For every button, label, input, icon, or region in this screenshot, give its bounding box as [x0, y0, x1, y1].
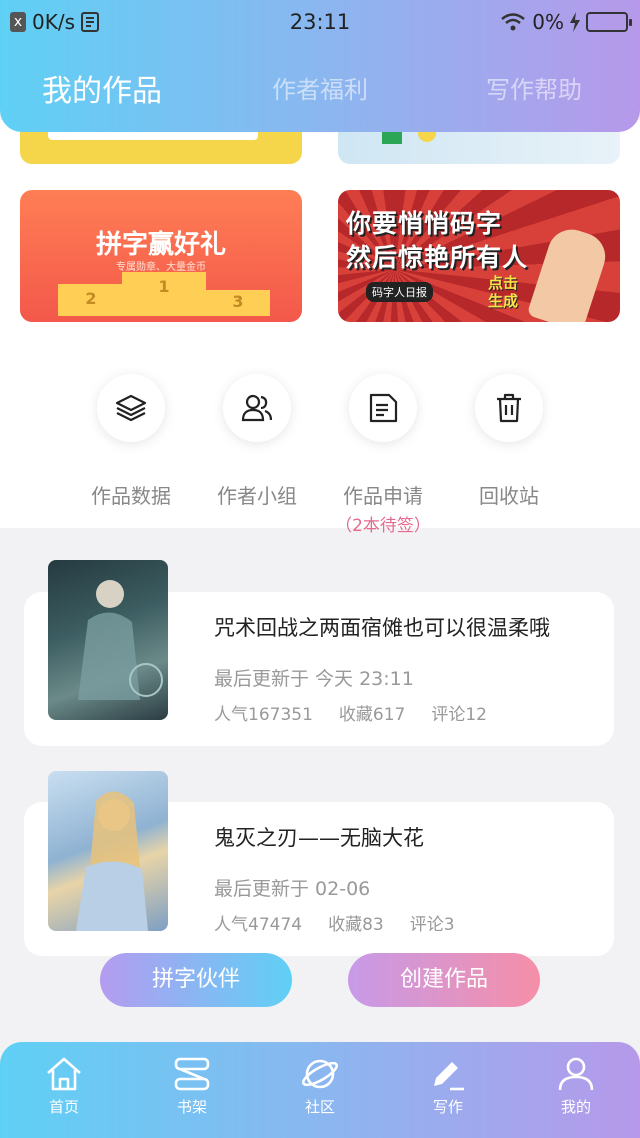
trash-icon — [497, 393, 521, 423]
create-work-button[interactable]: 创建作品 — [348, 953, 540, 1007]
work-updated: 最后更新于 02-06 — [214, 878, 371, 900]
battery-icon — [586, 12, 632, 32]
status-right: 0% — [500, 10, 632, 34]
work-popularity: 人气167351 — [214, 705, 313, 725]
work-stats: 人气167351 收藏617 评论12 — [214, 700, 513, 725]
charging-icon — [570, 12, 580, 32]
work-comments: 评论12 — [431, 705, 487, 725]
banner-tag: 码字人日报 — [366, 282, 433, 302]
wifi-icon — [501, 13, 526, 31]
nav-label: 首页 — [48, 1098, 79, 1116]
banner-area: 拼字赢好礼 专属勋章、大量金币 2 1 3 你要悄悄码字 然后惊艳所有人 码字人… — [0, 120, 640, 322]
header: x 0K/s 23:11 0% 我的作品 作者福利 写作帮助 — [0, 0, 640, 132]
layers-icon — [115, 394, 147, 422]
banner-pinzi-prize[interactable]: 拼字赢好礼 专属勋章、大量金币 2 1 3 — [20, 190, 302, 322]
cover-illustration — [78, 580, 163, 700]
work-popularity: 人气47474 — [214, 915, 303, 935]
bottom-nav: 首页 书架 社区 写作 我的 — [0, 1042, 640, 1138]
action-label: 作品申请 — [343, 484, 423, 508]
action-circle — [349, 374, 417, 442]
work-updated: 最后更新于 今天 23:11 — [214, 668, 414, 690]
nav-label: 我的 — [560, 1098, 591, 1116]
work-favorites: 收藏617 — [338, 705, 406, 725]
work-favorites: 收藏83 — [328, 915, 384, 935]
action-circle — [475, 374, 543, 442]
action-label: 作品数据 — [91, 484, 171, 508]
work-comments: 评论3 — [409, 915, 455, 935]
action-label: 回收站 — [479, 484, 539, 508]
banner-cta-line: 生成 — [488, 292, 519, 310]
work-cover[interactable] — [48, 560, 168, 720]
banner-cta-line: 点击 — [488, 274, 519, 292]
banner-line-2: 然后惊艳所有人 — [346, 243, 529, 272]
action-work-application[interactable]: 作品申请 （2本待签） — [313, 374, 453, 536]
banner-daily-report[interactable]: 你要悄悄码字 然后惊艳所有人 码字人日报 点击 生成 — [338, 190, 620, 322]
podium-3: 3 — [206, 290, 270, 316]
user-icon — [558, 1057, 594, 1091]
action-recycle-bin[interactable]: 回收站 — [439, 374, 579, 509]
work-title[interactable]: 鬼灭之刃——无脑大花 — [214, 822, 424, 852]
podium-1: 1 — [122, 272, 206, 316]
nav-write[interactable]: 写作 — [408, 1056, 488, 1117]
bookshelf-icon — [174, 1057, 210, 1091]
nav-mine[interactable]: 我的 — [536, 1056, 616, 1117]
pen-icon — [434, 1062, 464, 1091]
work-cover[interactable] — [48, 771, 168, 931]
planet-icon — [301, 1059, 339, 1089]
group-icon — [241, 394, 273, 422]
work-stats: 人气47474 收藏83 评论3 — [214, 910, 481, 935]
action-circle — [223, 374, 291, 442]
nav-label: 社区 — [304, 1098, 335, 1116]
partner-button[interactable]: 拼字伙伴 — [100, 953, 292, 1007]
nav-label: 写作 — [432, 1098, 463, 1116]
banner-cta: 点击 生成 — [488, 274, 518, 310]
status-bar: x 0K/s 23:11 0% — [0, 8, 640, 38]
action-circle — [97, 374, 165, 442]
quick-actions: 作品数据 作者小组 作品申请 （2本待签） 回收站 — [0, 322, 640, 536]
banner-title: 拼字赢好礼 — [95, 230, 226, 260]
tab-writing-help[interactable]: 写作帮助 — [486, 70, 582, 105]
tab-author-benefits[interactable]: 作者福利 — [272, 70, 368, 105]
nav-community[interactable]: 社区 — [280, 1056, 360, 1117]
action-author-group[interactable]: 作者小组 — [187, 374, 327, 509]
podium-2: 2 — [58, 284, 124, 316]
action-label: 作者小组 — [217, 484, 297, 508]
banner-line-1: 你要悄悄码字 — [346, 209, 503, 238]
nav-label: 书架 — [176, 1098, 207, 1116]
cover-illustration — [76, 791, 148, 931]
home-icon — [47, 1057, 81, 1091]
tab-my-works[interactable]: 我的作品 — [42, 66, 162, 110]
work-title[interactable]: 咒术回战之两面宿傩也可以很温柔哦 — [214, 612, 550, 642]
banner-subtitle: 专属勋章、大量金币 — [116, 262, 206, 273]
battery-percent: 0% — [532, 10, 564, 34]
action-work-data[interactable]: 作品数据 — [61, 374, 201, 509]
nav-home[interactable]: 首页 — [24, 1056, 104, 1117]
pending-count: （2本待签） — [335, 516, 431, 536]
nav-bookshelf[interactable]: 书架 — [152, 1056, 232, 1117]
document-icon — [369, 393, 398, 423]
fist-illustration — [526, 223, 612, 322]
header-tabs: 我的作品 作者福利 写作帮助 — [0, 70, 640, 118]
